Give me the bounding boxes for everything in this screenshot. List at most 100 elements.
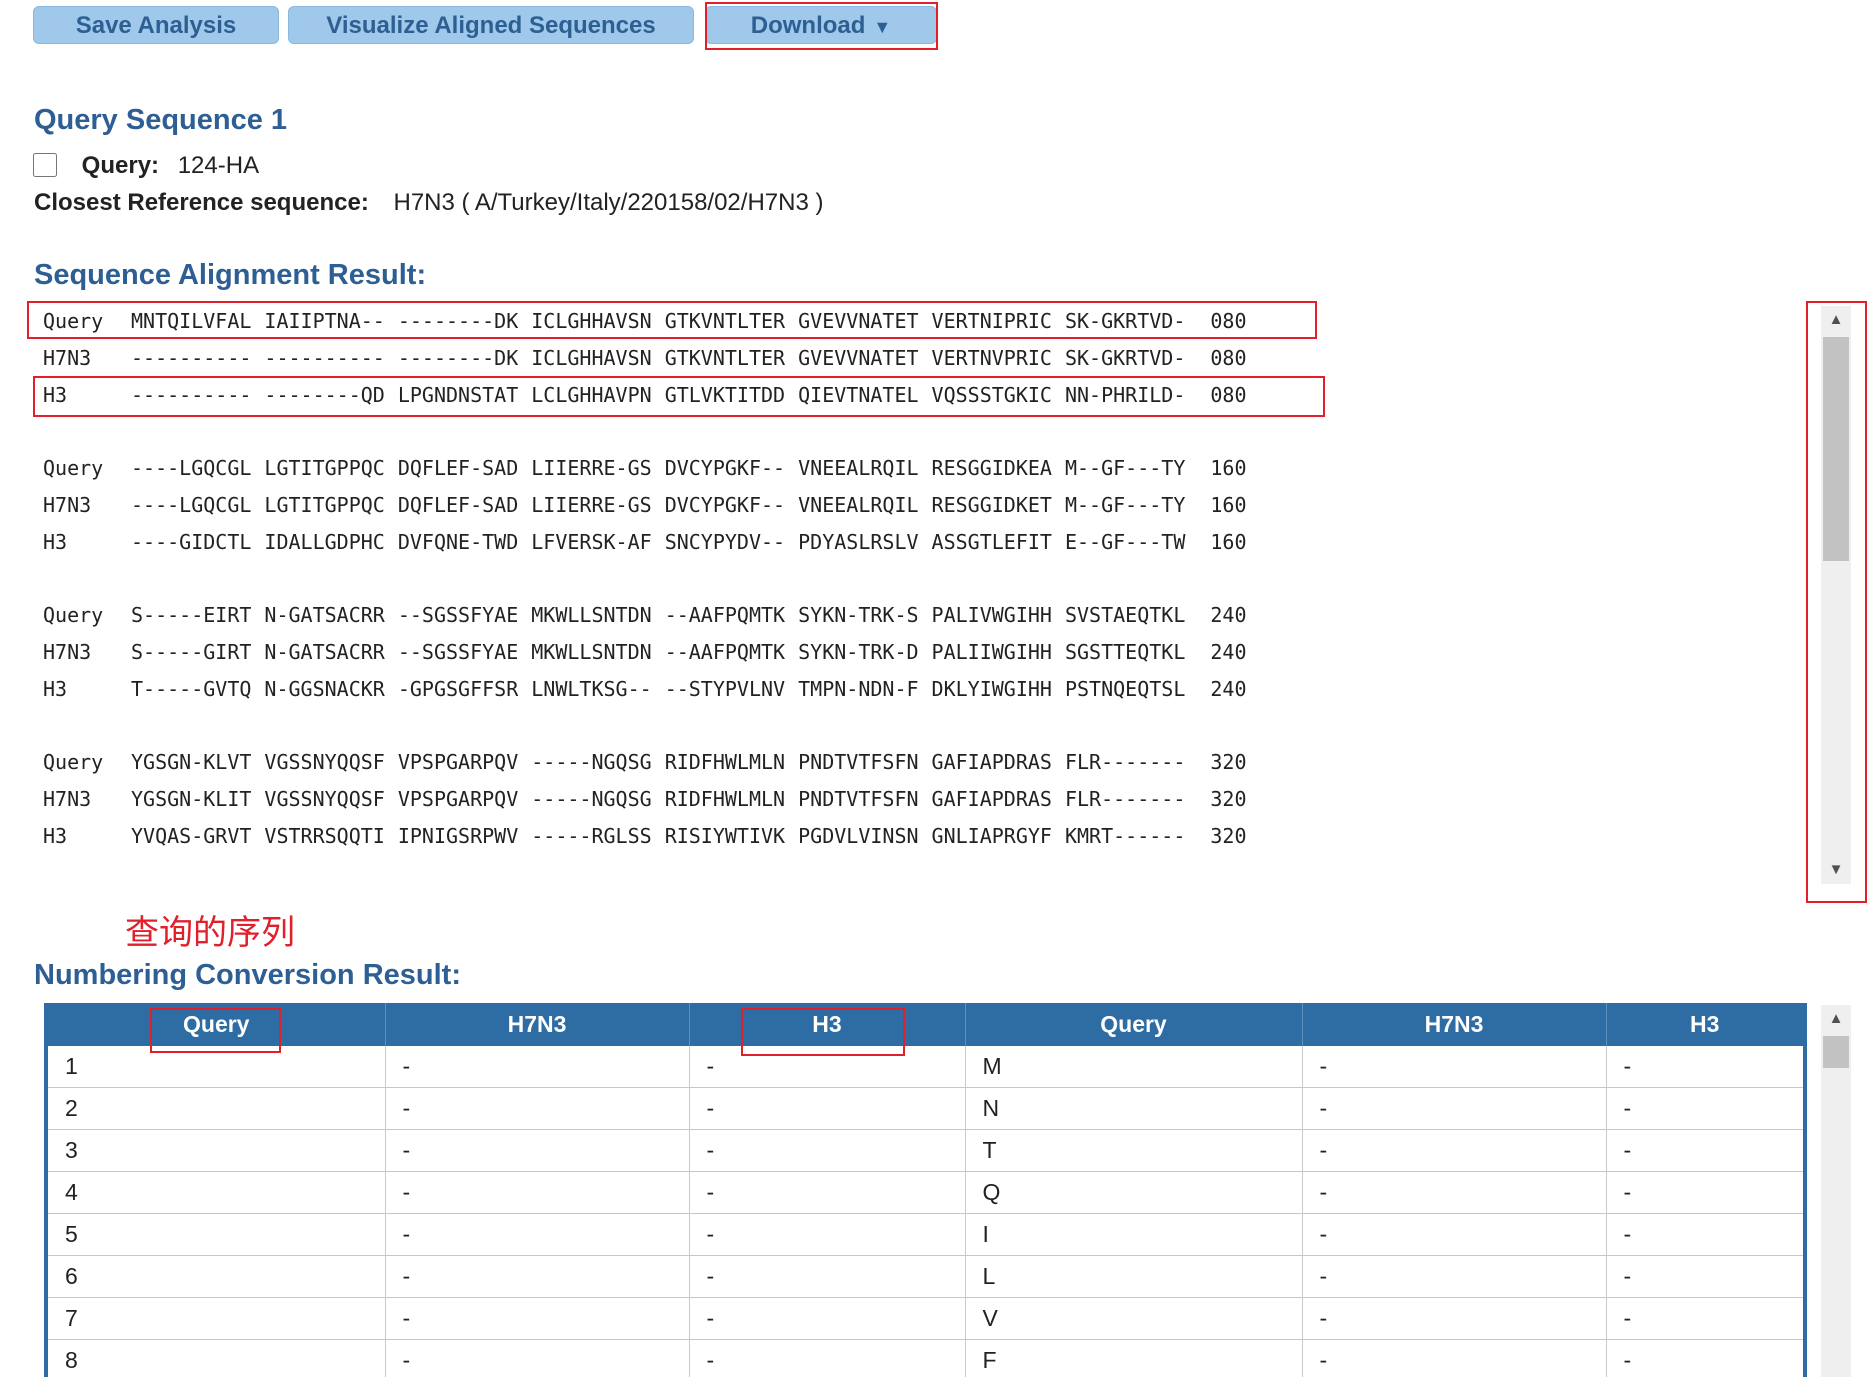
alignment-position-number: 240 <box>1210 603 1247 627</box>
alignment-position-number: 160 <box>1210 530 1247 554</box>
closest-reference-value: H7N3 ( A/Turkey/Italy/220158/02/H7N3 ) <box>393 189 824 216</box>
table-row: 2--N-- <box>48 1087 1803 1130</box>
query-value: 124-HA <box>177 152 260 179</box>
alignment-position-number: 080 <box>1210 383 1247 407</box>
alignment-row: Query ----LGQCGL LGTITGPPQC DQFLEF-SAD LIIER… <box>43 450 1343 487</box>
table-row: 3--T-- <box>48 1129 1803 1172</box>
alignment-segment: RIDFHWLMLN <box>664 787 786 811</box>
alignment-segment: M--GF---TY <box>1064 493 1186 517</box>
save-analysis-button[interactable]: Save Analysis <box>33 6 279 44</box>
alignment-segment: GTKVNTLTER <box>664 309 786 333</box>
alignment-sequence-name: H7N3 <box>43 640 92 664</box>
alignment-segment: TMPN-NDN-F <box>798 677 919 701</box>
table-cell: - <box>689 1087 966 1130</box>
alignment-segment: VQSSSTGKIC <box>931 383 1052 407</box>
alignment-position-number: 320 <box>1210 824 1247 848</box>
alignment-segment: E--GF---TW <box>1064 530 1186 554</box>
alignment-segment: -----NGQSG <box>531 787 652 811</box>
query-select-checkbox[interactable] <box>33 153 57 177</box>
table-cell: - <box>385 1129 690 1172</box>
alignment-segment: VGSSNYQQSF <box>264 787 385 811</box>
table-row: 7--V-- <box>48 1297 1803 1340</box>
table-cell: - <box>1302 1171 1607 1214</box>
table-cell: - <box>1302 1255 1607 1298</box>
table-cell: - <box>385 1297 690 1340</box>
alignment-row: H7N3 YGSGN-KLIT VGSSNYQQSF VPSPGARPQV -----N… <box>43 781 1343 818</box>
alignment-segment: SNCYPYDV-- <box>664 530 786 554</box>
alignment-segment: VNEEALRQIL <box>798 456 919 480</box>
table-cell: 1 <box>48 1046 386 1088</box>
alignment-segment: LPGNDNSTAT <box>397 383 519 407</box>
alignment-position-number: 080 <box>1210 309 1247 333</box>
numbering-column-header[interactable]: Query <box>965 1003 1303 1046</box>
table-cell: 7 <box>48 1297 386 1340</box>
table-cell: 6 <box>48 1255 386 1298</box>
table-cell: - <box>1302 1213 1607 1256</box>
alignment-segment: RESGGIDKET <box>931 493 1052 517</box>
alignment-segment: ---------- <box>264 346 385 370</box>
alignment-segment: ---------- <box>131 346 252 370</box>
numbering-column-header[interactable]: Query <box>48 1003 386 1046</box>
table-cell: V <box>965 1297 1303 1340</box>
alignment-sequence-name: Query <box>43 456 104 480</box>
numbering-scrollbar[interactable]: ▲ <box>1821 1005 1851 1377</box>
alignment-sequence-name: H3 <box>43 383 68 407</box>
visualize-label: Visualize Aligned Sequences <box>326 12 656 39</box>
table-cell: - <box>385 1046 690 1088</box>
visualize-aligned-sequences-button[interactable]: Visualize Aligned Sequences <box>288 6 694 44</box>
caret-down-icon: ▼ <box>873 17 892 37</box>
query-sequence-title: Query Sequence 1 <box>34 104 288 136</box>
download-button[interactable]: Download ▼ <box>705 6 937 44</box>
alignment-segment: GVEVVNATET <box>798 309 919 333</box>
alignment-segment: N-GATSACRR <box>264 603 385 627</box>
alignment-segment: PSTNQEQTSL <box>1064 677 1186 701</box>
alignment-segment: GAFIAPDRAS <box>931 787 1052 811</box>
alignment-segment: VERTNVPRIC <box>931 346 1052 370</box>
table-cell: - <box>1606 1129 1803 1172</box>
scrollbar-thumb[interactable] <box>1823 1036 1849 1068</box>
alignment-row: Query S-----EIRT N-GATSACRR --SGSSFYAE MKWLL… <box>43 597 1343 634</box>
alignment-segment: N-GATSACRR <box>264 640 385 664</box>
alignment-segment: ICLGHHAVSN <box>531 346 652 370</box>
scroll-up-icon[interactable]: ▲ <box>1821 1005 1851 1033</box>
alignment-segment: SK-GKRTVD- <box>1064 309 1186 333</box>
scroll-up-icon[interactable]: ▲ <box>1821 306 1851 334</box>
alignment-segment: RESGGIDKEA <box>931 456 1052 480</box>
save-analysis-label: Save Analysis <box>75 12 237 39</box>
alignment-position-number: 320 <box>1210 787 1247 811</box>
table-cell: - <box>1302 1087 1607 1130</box>
alignment-segment: GAFIAPDRAS <box>931 750 1052 774</box>
query-label: Query: <box>81 152 160 179</box>
table-cell: - <box>689 1213 966 1256</box>
numbering-header-row: Query H7N3 H3 Query H7N3 H3 <box>48 1003 1803 1046</box>
alignment-segment: RIDFHWLMLN <box>664 750 786 774</box>
table-cell: - <box>1606 1087 1803 1130</box>
alignment-row: H7N3 ----LGQCGL LGTITGPPQC DQFLEF-SAD LIIERR… <box>43 487 1343 524</box>
scrollbar-thumb[interactable] <box>1823 337 1849 561</box>
numbering-column-header[interactable]: H7N3 <box>1302 1003 1607 1046</box>
table-cell: - <box>689 1339 966 1377</box>
table-cell: - <box>1302 1339 1607 1377</box>
numbering-column-header[interactable]: H3 <box>1606 1003 1803 1046</box>
numbering-column-header[interactable]: H7N3 <box>385 1003 690 1046</box>
alignment-segment: DQFLEF-SAD <box>397 456 519 480</box>
table-cell: L <box>965 1255 1303 1298</box>
alignment-segment: LFVERSK-AF <box>531 530 652 554</box>
alignment-sequence-name: H3 <box>43 824 68 848</box>
alignment-segment: SGSTTEQTKL <box>1064 640 1186 664</box>
alignment-panel: Query MNTQILVFAL IAIIPTNA-- --------DK ICLGH… <box>43 303 1343 891</box>
annotation-text: 查询的序列 <box>125 913 295 953</box>
alignment-segment: QIEVTNATEL <box>798 383 919 407</box>
table-cell: 8 <box>48 1339 386 1377</box>
scroll-down-icon[interactable]: ▼ <box>1821 856 1851 884</box>
alignment-sequence-name: H3 <box>43 677 68 701</box>
numbering-column-header[interactable]: H3 <box>689 1003 966 1046</box>
alignment-sequence-name: Query <box>43 750 104 774</box>
alignment-row: Query YGSGN-KLVT VGSSNYQQSF VPSPGARPQV -----… <box>43 744 1343 781</box>
alignment-segment: --------DK <box>397 309 519 333</box>
alignment-segment: ASSGTLEFIT <box>931 530 1052 554</box>
alignment-segment: MNTQILVFAL <box>131 309 252 333</box>
alignment-segment: PGDVLVINSN <box>798 824 919 848</box>
table-cell: - <box>1606 1297 1803 1340</box>
alignment-scrollbar[interactable]: ▲ ▼ <box>1821 306 1851 884</box>
